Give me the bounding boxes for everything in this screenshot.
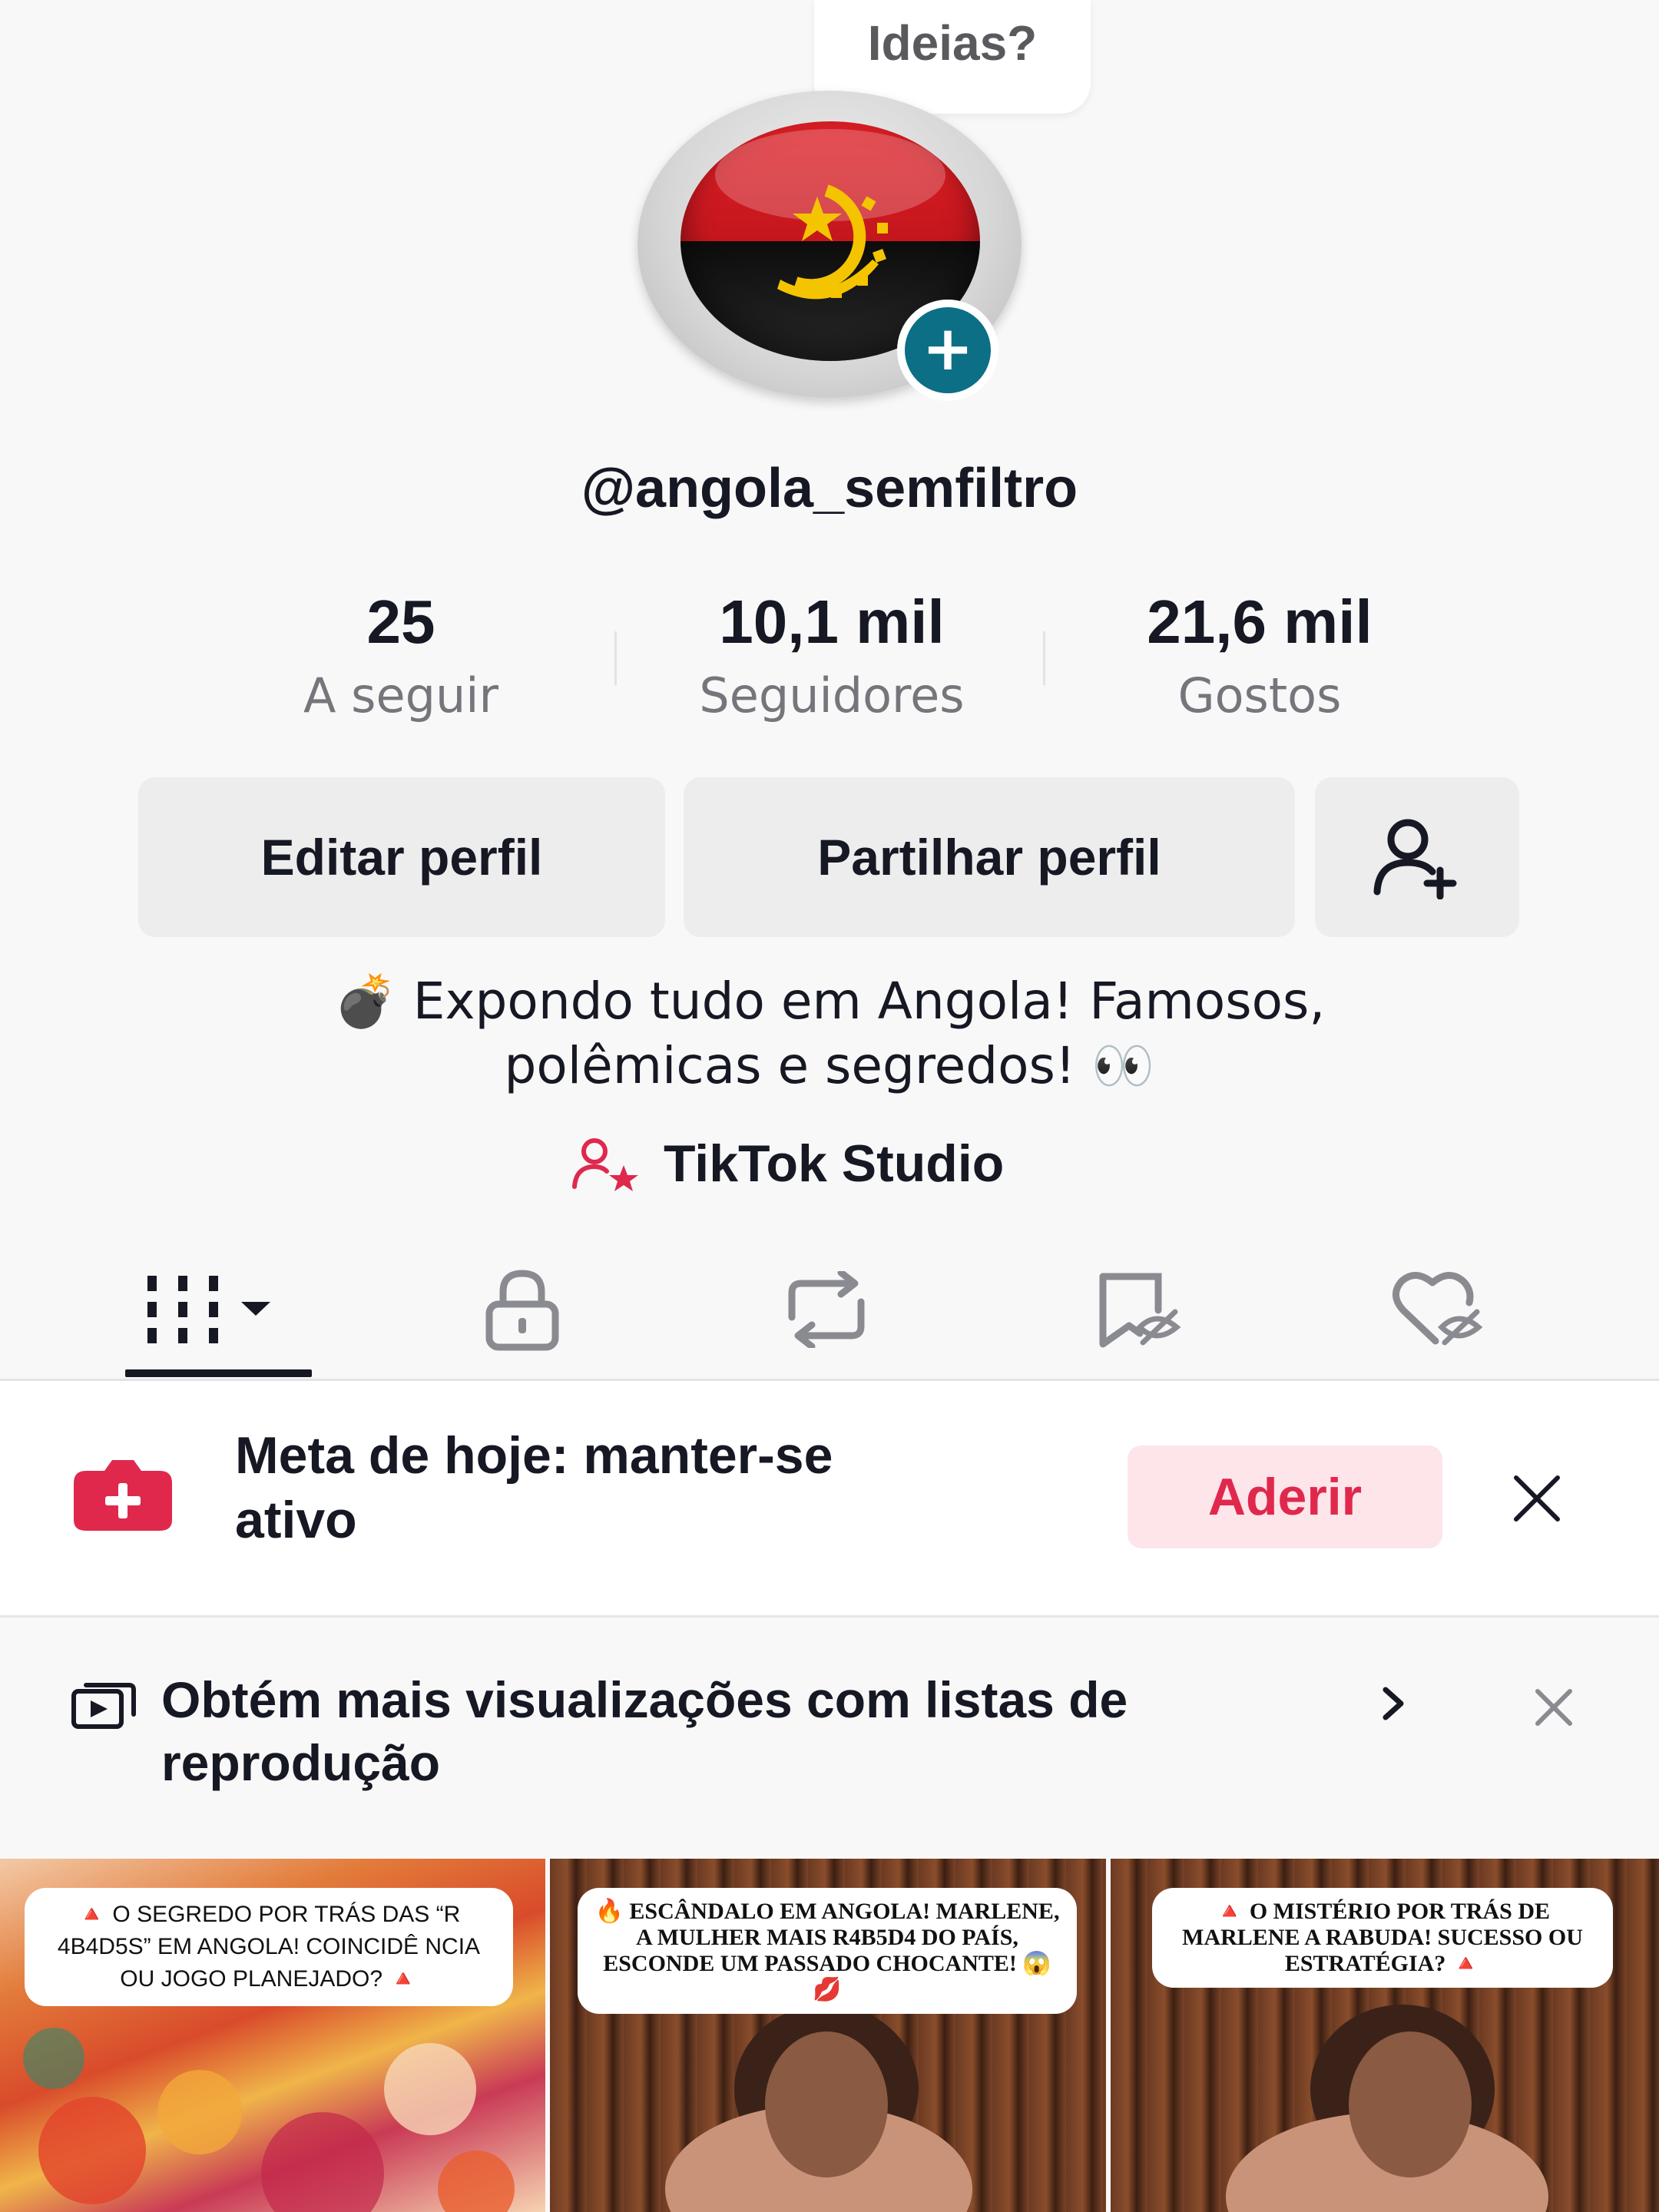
video-thumbnail[interactable]: 🔥 ESCÂNDALO EM ANGOLA! MARLENE, A MULHER…: [550, 1859, 1106, 2212]
daily-goal-text: Meta de hoje: manter-se ativo: [235, 1423, 1080, 1552]
active-tab-indicator: [125, 1369, 312, 1377]
tab-videos[interactable]: [117, 1252, 316, 1367]
repost-icon: [788, 1271, 865, 1348]
likes-count: 21,6 mil: [1147, 588, 1373, 656]
username: @angola_semfiltro: [581, 458, 1078, 519]
profile-bio[interactable]: 💣 Expondo tudo em Angola! Famosos, polêm…: [123, 969, 1536, 1098]
followers-count: 10,1 mil: [719, 588, 945, 656]
goal-camera-plus-icon: [74, 1460, 172, 1531]
chevron-right-icon[interactable]: [1375, 1681, 1413, 1727]
videos-grid-icon: [147, 1276, 270, 1343]
add-avatar-button[interactable]: +: [897, 300, 998, 401]
playlist-text-line: reprodução: [161, 1734, 441, 1791]
add-friends-button[interactable]: [1315, 777, 1519, 937]
tab-liked[interactable]: [1339, 1252, 1539, 1367]
tab-private[interactable]: [422, 1252, 622, 1367]
favorites-hidden-icon: [1099, 1273, 1181, 1348]
video-caption: 🔥 ESCÂNDALO EM ANGOLA! MARLENE, A MULHER…: [578, 1888, 1077, 2014]
studio-creator-icon: [572, 1138, 638, 1191]
share-profile-button[interactable]: Partilhar perfil: [684, 777, 1295, 937]
liked-hidden-icon: [1392, 1272, 1483, 1346]
avatar[interactable]: +: [630, 91, 1029, 406]
following-count: 25: [366, 588, 435, 656]
add-person-icon: [1373, 819, 1457, 899]
goal-text-line: ativo: [235, 1491, 357, 1549]
goal-text-line: Meta de hoje: manter-se: [235, 1426, 833, 1485]
video-caption: 🔺 O SEGREDO POR TRÁS DAS “R 4B4D5S” EM A…: [25, 1888, 513, 2006]
bio-line: 💣 Expondo tudo em Angola! Famosos,: [333, 972, 1326, 1031]
likes-label: Gostos: [1177, 667, 1342, 724]
bio-line: polêmicas e segredos! 👀: [504, 1036, 1155, 1095]
close-icon[interactable]: [1502, 1464, 1571, 1533]
playlist-promo-text: Obtém mais visualizações com listas de r…: [161, 1668, 1359, 1794]
stat-following[interactable]: 25 A seguir: [186, 584, 616, 728]
stat-followers[interactable]: 10,1 mil Seguidores: [617, 584, 1047, 728]
stat-likes[interactable]: 21,6 mil Gostos: [1045, 584, 1475, 728]
video-thumbnail[interactable]: 🔺 O SEGREDO POR TRÁS DAS “R 4B4D5S” EM A…: [0, 1859, 545, 2212]
studio-label: TikTok Studio: [664, 1134, 1005, 1193]
following-label: A seguir: [303, 667, 498, 724]
tab-favorites[interactable]: [1038, 1252, 1238, 1367]
lock-icon: [485, 1270, 559, 1351]
playlist-icon: [71, 1683, 136, 1729]
followers-label: Seguidores: [699, 667, 965, 724]
video-thumbnail[interactable]: 🔺 O MISTÉRIO POR TRÁS DE MARLENE A RABUD…: [1111, 1859, 1659, 2212]
close-icon[interactable]: [1528, 1682, 1579, 1733]
video-caption: 🔺 O MISTÉRIO POR TRÁS DE MARLENE A RABUD…: [1152, 1888, 1613, 1988]
tab-reposts[interactable]: [727, 1252, 926, 1367]
join-goal-button[interactable]: Aderir: [1128, 1445, 1442, 1548]
playlist-text-line: Obtém mais visualizações com listas de: [161, 1671, 1128, 1728]
tiktok-studio-link[interactable]: TikTok Studio: [568, 1129, 1004, 1198]
edit-profile-button[interactable]: Editar perfil: [138, 777, 665, 937]
